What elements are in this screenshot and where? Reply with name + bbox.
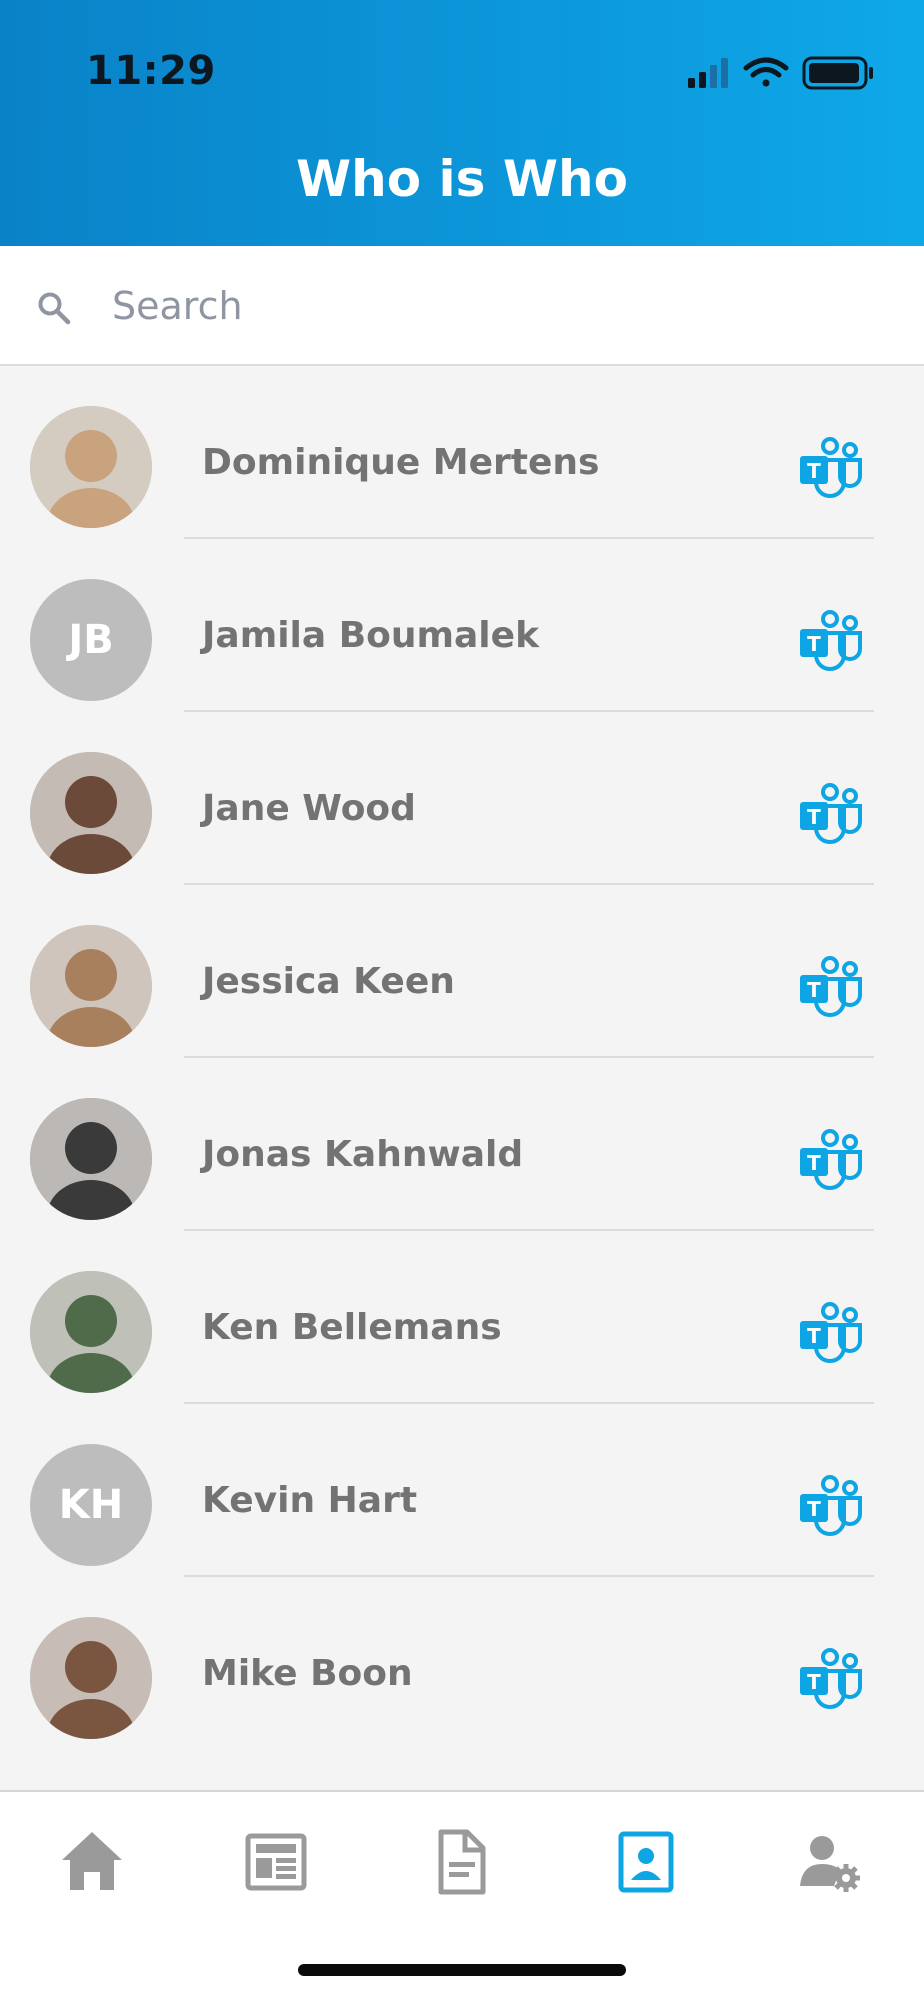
avatar [30,1617,152,1739]
avatar-initials: JB [68,617,114,663]
teams-chat-button[interactable]: T [798,782,864,844]
teams-icon: T [800,1302,862,1363]
svg-text:T: T [807,805,821,829]
svg-text:T: T [807,1497,821,1521]
signal-icon [688,58,728,88]
avatar [30,1271,152,1393]
svg-text:T: T [807,459,821,483]
contact-name: Mike Boon [202,1653,413,1694]
teams-icon: T [800,437,862,498]
contact-name: Kevin Hart [202,1480,418,1521]
avatar: KH [30,1444,152,1566]
contact-row[interactable]: Dominique Mertens T [0,366,924,539]
teams-chat-button[interactable]: T [798,1128,864,1190]
teams-chat-button[interactable]: T [798,436,864,498]
svg-text:T: T [807,632,821,656]
battery-icon [802,56,873,90]
contact-name: Jane Wood [202,788,416,829]
tab-document[interactable] [421,1822,501,1902]
news-icon [245,1833,307,1891]
teams-chat-button[interactable]: T [798,1474,864,1536]
contact-row[interactable]: Ken Bellemans T [0,1231,924,1404]
wifi-icon [743,57,789,87]
avatar-photo [30,925,152,1047]
avatar [30,925,152,1047]
contacts-icon [618,1831,674,1893]
tab-home[interactable] [52,1822,132,1902]
avatar-photo [30,1271,152,1393]
teams-chat-button[interactable]: T [798,955,864,1017]
teams-icon: T [800,610,862,671]
search-input[interactable] [110,272,874,340]
teams-chat-button[interactable]: T [798,1647,864,1709]
svg-text:T: T [807,1151,821,1175]
contact-name: Jamila Boumalek [202,615,540,656]
teams-icon: T [800,1129,862,1190]
home-indicator [298,1964,626,1976]
contact-list: Dominique Mertens T JB Jamila Boumalek T Jane… [0,366,924,1750]
home-icon [62,1832,122,1890]
teams-chat-button[interactable]: T [798,609,864,671]
avatar-photo [30,1617,152,1739]
teams-icon: T [800,1648,862,1709]
teams-chat-button[interactable]: T [798,1301,864,1363]
svg-text:T: T [807,1324,821,1348]
avatar-photo [30,1098,152,1220]
teams-icon: T [800,783,862,844]
contact-name: Jonas Kahnwald [202,1134,524,1175]
contact-row[interactable]: JB Jamila Boumalek T [0,539,924,712]
search-bar [0,246,924,366]
avatar-photo [30,406,152,528]
document-icon [438,1829,486,1895]
app-header: 11:29 Who is Who [0,0,924,246]
avatar-photo [30,752,152,874]
avatar [30,1098,152,1220]
avatar: JB [30,579,152,701]
contact-row[interactable]: Jane Wood T [0,712,924,885]
contact-row[interactable]: KH Kevin Hart T [0,1404,924,1577]
status-time: 11:29 [86,48,216,94]
contact-name: Ken Bellemans [202,1307,502,1348]
tab-news[interactable] [236,1822,316,1902]
status-icons [688,56,873,90]
tab-contacts[interactable] [605,1822,685,1902]
contact-row[interactable]: Jessica Keen T [0,885,924,1058]
contact-name: Dominique Mertens [202,442,600,483]
teams-icon: T [800,956,862,1017]
contact-name: Jessica Keen [202,961,455,1002]
avatar-initials: KH [58,1482,124,1528]
contact-row[interactable]: Mike Boon T [0,1577,924,1750]
tab-user-settings[interactable] [790,1822,870,1902]
teams-icon: T [800,1475,862,1536]
avatar [30,406,152,528]
user-settings-icon [800,1836,860,1892]
search-icon [38,292,71,325]
svg-text:T: T [807,978,821,1002]
svg-text:T: T [807,1670,821,1694]
page-title: Who is Who [296,150,628,208]
avatar [30,752,152,874]
contact-row[interactable]: Jonas Kahnwald T [0,1058,924,1231]
